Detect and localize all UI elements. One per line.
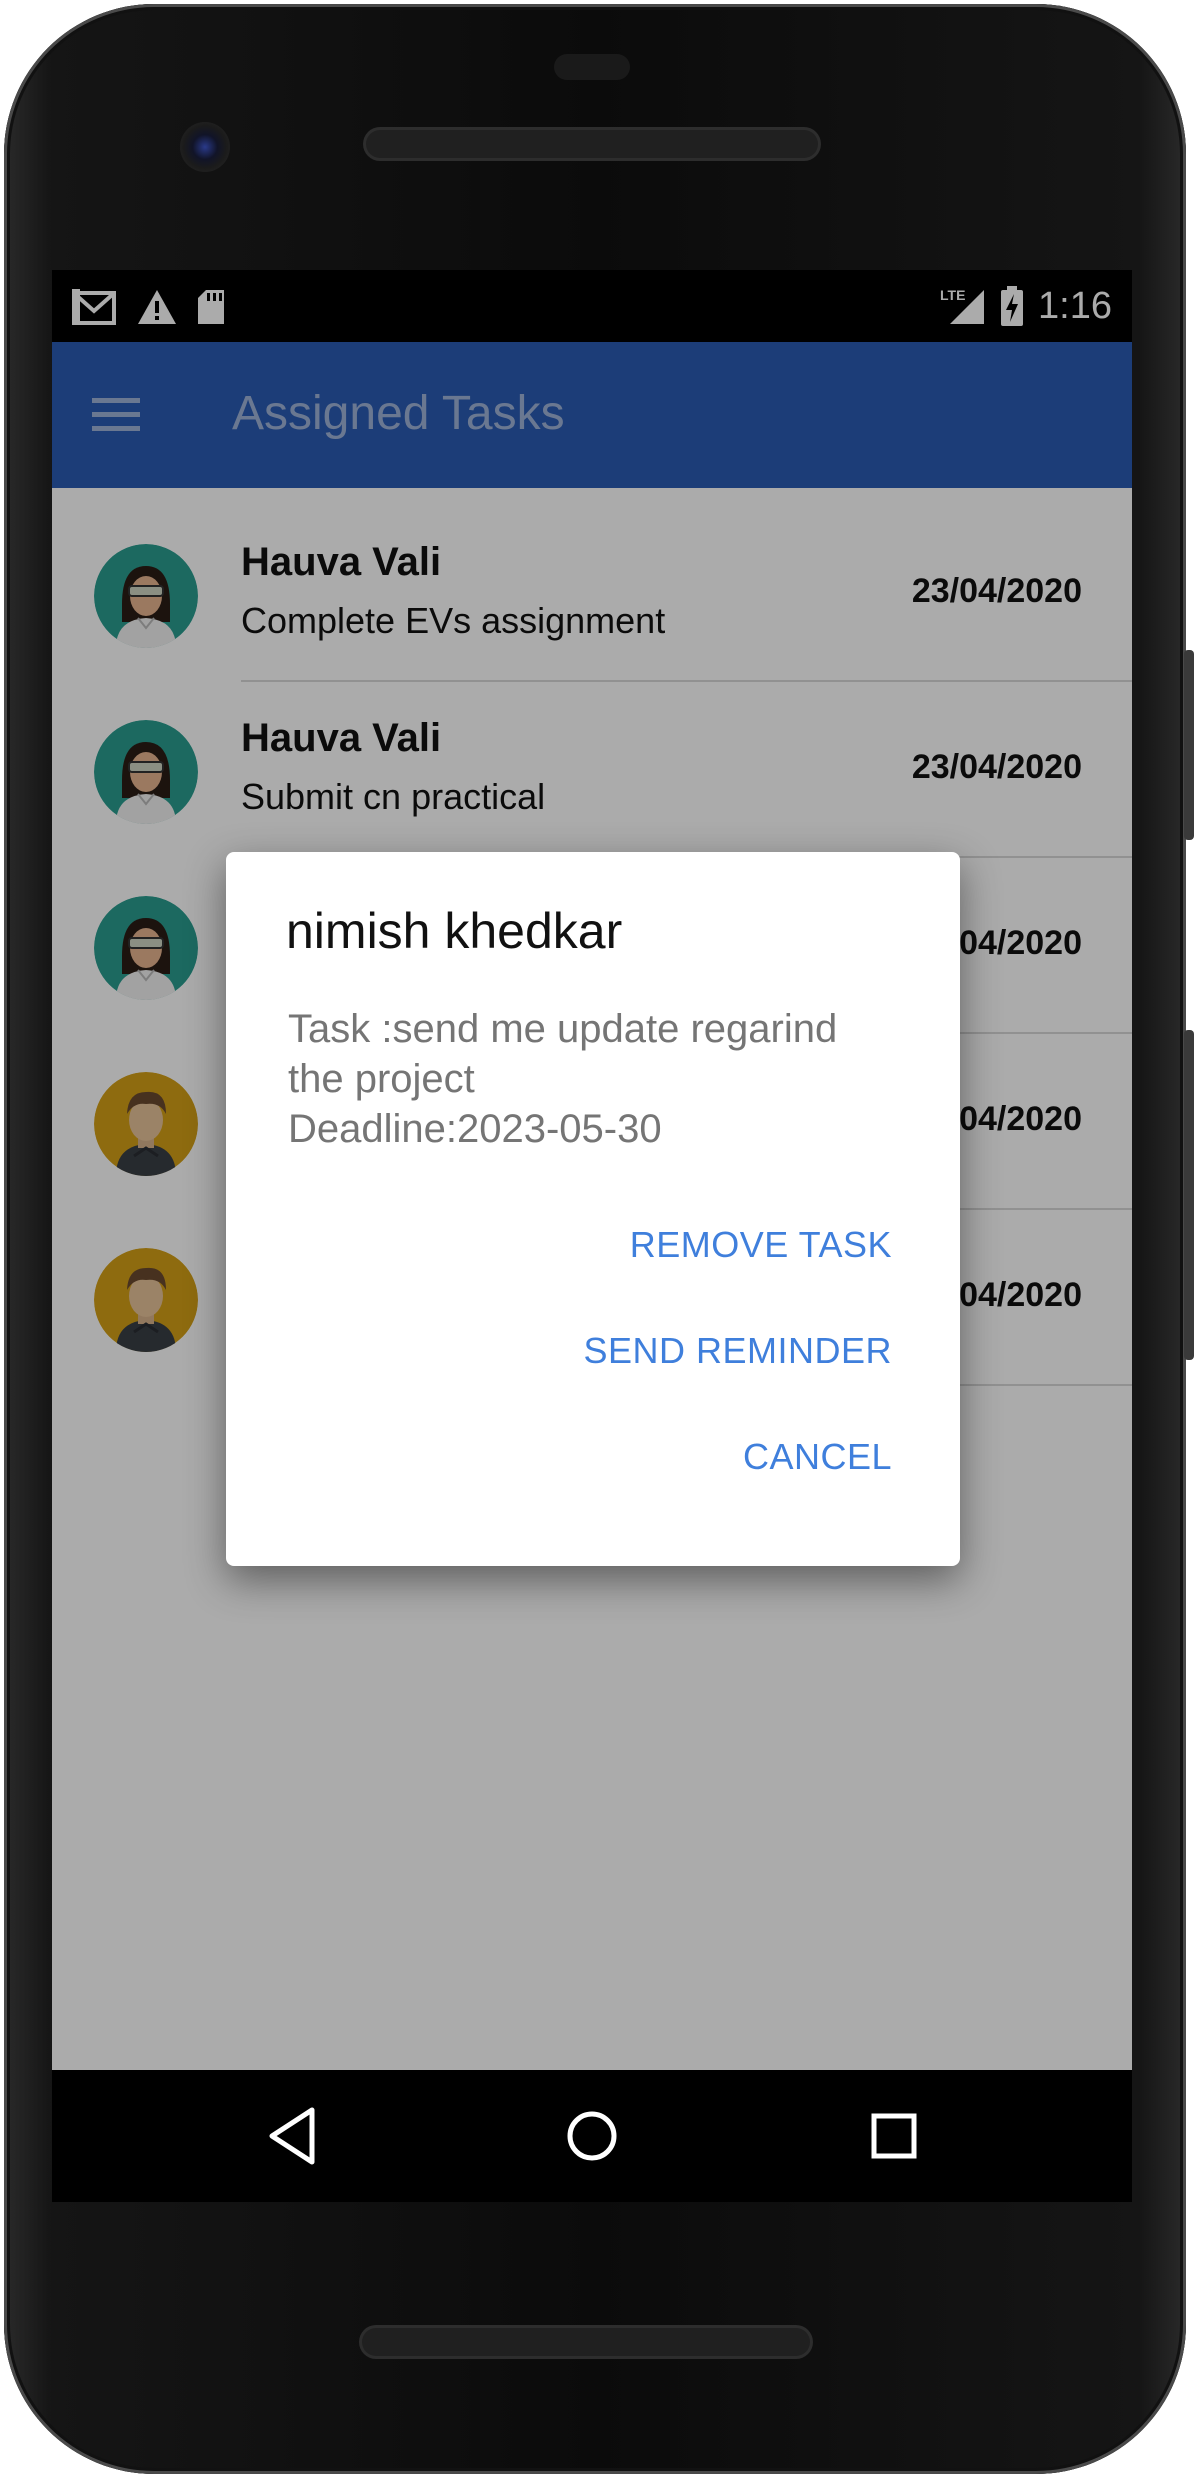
task-dialog: nimish khedkar Task :send me update rega…: [226, 852, 960, 1566]
proximity-sensor: [554, 54, 630, 80]
volume-button: [1184, 650, 1194, 840]
dialog-title: nimish khedkar: [286, 903, 623, 959]
earpiece-speaker: [366, 130, 818, 158]
dialog-deadline: Deadline:2023-05-30: [288, 1107, 662, 1151]
screen: LTE 1:16 Assigned Tasks Hauva Vali Compl…: [52, 270, 1132, 2070]
recents-icon[interactable]: [858, 2100, 930, 2172]
front-camera: [180, 122, 230, 172]
back-icon[interactable]: [260, 2100, 332, 2172]
dialog-message: Task :send me update regarind the projec…: [288, 1004, 908, 1154]
navigation-bar: [52, 2070, 1132, 2202]
bottom-speaker: [362, 2328, 810, 2356]
dialog-message-line: the project: [288, 1057, 475, 1101]
send-reminder-button[interactable]: SEND REMINDER: [583, 1330, 892, 1372]
dialog-message-line: Task :send me update regarind: [288, 1007, 838, 1051]
power-button: [1184, 1030, 1194, 1360]
phone-device: LTE 1:16 Assigned Tasks Hauva Vali Compl…: [0, 0, 1194, 2480]
home-icon[interactable]: [556, 2100, 628, 2172]
cancel-button[interactable]: CANCEL: [743, 1436, 892, 1478]
remove-task-button[interactable]: REMOVE TASK: [630, 1224, 892, 1266]
